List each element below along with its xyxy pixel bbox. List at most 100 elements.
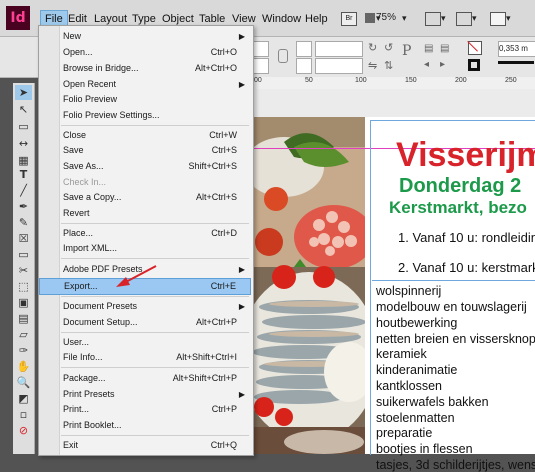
stroke-weight-field[interactable]: 0,353 m: [498, 41, 535, 57]
fill-stroke-swatch-icon[interactable]: ◩: [15, 391, 32, 406]
menu-item-open[interactable]: Open... Ctrl+O: [39, 45, 251, 60]
menu-item-document-presets[interactable]: Document Presets ▶: [39, 299, 251, 314]
menu-item-close[interactable]: Close Ctrl+W: [39, 128, 251, 143]
rectangle-tool-icon[interactable]: ▭: [15, 247, 32, 262]
ruler-tick-label: 200: [455, 77, 467, 84]
select-next-icon[interactable]: ▸: [440, 59, 445, 70]
free-transform-tool-icon[interactable]: ⬚: [15, 279, 32, 294]
numbered-item-2: 2. Vanaf 10 u: kerstmark: [398, 260, 535, 275]
chevron-down-icon[interactable]: ▾: [441, 13, 446, 24]
shear-field[interactable]: [315, 58, 363, 74]
menu-item-open-recent[interactable]: Open Recent ▶: [39, 77, 251, 92]
menu-item-file-info[interactable]: File Info... Alt+Shift+Ctrl+I: [39, 350, 251, 365]
workspace-icon[interactable]: [490, 12, 506, 26]
menu-help[interactable]: Help: [301, 11, 332, 27]
menu-separator: [61, 296, 249, 297]
flip-icon[interactable]: P: [402, 43, 411, 59]
type-tool-icon[interactable]: T: [15, 167, 32, 182]
gap-tool-icon[interactable]: ↔: [15, 136, 32, 151]
scale-x-field[interactable]: [296, 41, 312, 57]
select-content-icon[interactable]: ▤: [440, 43, 449, 54]
apply-none-icon[interactable]: ⊘: [15, 423, 32, 438]
list-item: keramiek: [376, 347, 427, 361]
menu-item-check-in: Check In...: [63, 177, 107, 187]
menu-item-exit[interactable]: Exit Ctrl+Q: [39, 438, 251, 453]
menu-item-folio-preview[interactable]: Folio Preview: [39, 92, 251, 107]
view-options-icon[interactable]: [365, 13, 375, 23]
selection-tool-icon[interactable]: ➤: [15, 85, 32, 100]
list-item: suikerwafels bakken: [376, 395, 489, 409]
menu-separator: [61, 332, 249, 333]
scale-y-field[interactable]: [296, 58, 312, 74]
stroke-type-preview[interactable]: [498, 61, 534, 64]
rotate-cw-icon[interactable]: ↻: [368, 41, 377, 54]
gradient-feather-tool-icon[interactable]: ▤: [15, 311, 32, 326]
menu-separator: [61, 125, 249, 126]
submenu-arrow-icon: ▶: [238, 390, 245, 399]
submenu-arrow-icon: ▶: [238, 32, 245, 41]
pencil-tool-icon[interactable]: ✎: [15, 215, 32, 230]
file-menu: New ▶ Open... Ctrl+O Browse in Bridge... Al…: [38, 25, 254, 456]
constrain-proportions-icon[interactable]: [278, 49, 288, 63]
menu-item-browse-in-bridge[interactable]: Browse in Bridge... Alt+Ctrl+O: [39, 61, 251, 76]
reference-point-icon[interactable]: [253, 58, 269, 74]
menu-item-save-a-copy[interactable]: Save a Copy... Alt+Ctrl+S: [39, 190, 251, 205]
menu-item-place[interactable]: Place... Ctrl+D: [39, 226, 251, 241]
rotate-ccw-icon[interactable]: ↺: [384, 41, 393, 54]
menu-separator: [61, 367, 249, 368]
poster-title: Visserijm: [396, 136, 535, 174]
menu-item-print-booklet[interactable]: Print Booklet...: [39, 418, 251, 433]
reference-point-icon[interactable]: [253, 41, 269, 57]
select-previous-icon[interactable]: ◂: [424, 59, 429, 70]
frame-divider: [372, 280, 535, 281]
hand-tool-icon[interactable]: ✋: [15, 359, 32, 374]
line-tool-icon[interactable]: ╱: [15, 183, 32, 198]
menu-window[interactable]: Window: [258, 11, 305, 27]
select-container-icon[interactable]: ▤: [424, 43, 433, 54]
flip-horizontal-icon[interactable]: ⇋: [368, 59, 377, 72]
note-tool-icon[interactable]: ▱: [15, 327, 32, 342]
direct-selection-tool-icon[interactable]: ↖: [15, 102, 32, 117]
formatting-affects-container-icon[interactable]: ▫: [15, 407, 32, 422]
stroke-swatch[interactable]: [468, 59, 480, 71]
chevron-down-icon[interactable]: ▾: [506, 13, 511, 24]
ruler-tick-label: 00: [254, 77, 262, 84]
content-collector-icon[interactable]: ▦: [15, 153, 32, 168]
pen-tool-icon[interactable]: ✒: [15, 199, 32, 214]
menu-item-document-setup[interactable]: Document Setup... Alt+Ctrl+P: [39, 315, 251, 330]
zoom-level[interactable]: 75%: [376, 12, 396, 23]
eyedropper-tool-icon[interactable]: ✑: [15, 343, 32, 358]
chevron-down-icon[interactable]: ▾: [472, 13, 477, 24]
list-item: modelbouw en touwslagerij: [376, 300, 527, 314]
bridge-icon[interactable]: Br: [341, 12, 357, 26]
seafood-illustration: [254, 117, 365, 454]
menu-item-new[interactable]: New ▶: [39, 29, 251, 44]
seafood-photo[interactable]: [254, 117, 365, 454]
ruler-tick-label: 50: [305, 77, 313, 84]
menu-item-save-as[interactable]: Save As... Shift+Ctrl+S: [39, 159, 251, 174]
menu-item-revert[interactable]: Revert: [39, 206, 251, 221]
ruler-tick-label: 250: [505, 77, 517, 84]
menu-item-package[interactable]: Package... Alt+Shift+Ctrl+P: [39, 371, 251, 386]
menu-item-print[interactable]: Print... Ctrl+P: [39, 402, 251, 417]
rotation-field[interactable]: [315, 41, 363, 57]
arrange-documents-icon[interactable]: [456, 12, 472, 26]
flip-vertical-icon[interactable]: ⇅: [384, 59, 393, 72]
menu-item-user[interactable]: User...: [39, 335, 251, 350]
scissors-tool-icon[interactable]: ✂: [15, 263, 32, 278]
zoom-tool-icon[interactable]: 🔍: [15, 375, 32, 390]
menu-item-save[interactable]: Save Ctrl+S: [39, 143, 251, 158]
list-item: kantklossen: [376, 379, 443, 393]
menu-item-import-xml[interactable]: Import XML...: [39, 241, 251, 256]
list-item: stoelenmatten: [376, 411, 455, 425]
rectangle-frame-tool-icon[interactable]: ☒: [15, 231, 32, 246]
zoom-dropdown-icon[interactable]: ▾: [402, 13, 407, 24]
page-tool-icon[interactable]: ▭: [15, 119, 32, 134]
menu-item-print-presets[interactable]: Print Presets ▶: [39, 387, 251, 402]
numbered-item-1: 1. Vanaf 10 u: rondleidin: [398, 230, 535, 245]
screen-mode-icon[interactable]: [425, 12, 441, 26]
gradient-tool-icon[interactable]: ▣: [15, 295, 32, 310]
menu-item-folio-preview-settings[interactable]: Folio Preview Settings...: [39, 108, 251, 123]
list-item: houtbewerking: [376, 316, 458, 330]
list-item: kinderanimatie: [376, 363, 458, 377]
